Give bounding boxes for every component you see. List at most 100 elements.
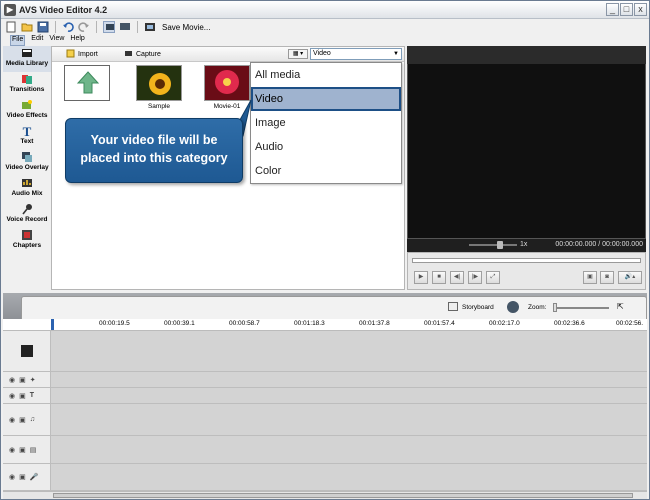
video-track[interactable]: [51, 331, 647, 372]
callout-text-line1: Your video file will be: [90, 133, 218, 147]
effects-track-header: ◉ ▣ ✦: [3, 372, 51, 388]
volume-button[interactable]: 🔊▴: [618, 271, 642, 284]
ruler-tick-label: 00:01:57.4: [424, 320, 455, 327]
dropdown-option-audio[interactable]: Audio: [251, 135, 401, 159]
visibility-eye-icon[interactable]: ◉: [9, 416, 15, 424]
lock-icon[interactable]: ▣: [19, 473, 26, 481]
menu-file[interactable]: File: [10, 35, 26, 46]
sidebar-item-audio-mix[interactable]: Audio Mix: [3, 176, 51, 202]
playback-speed: 1x: [520, 241, 528, 248]
visibility-eye-icon[interactable]: ◉: [9, 392, 15, 400]
sidebar-item-chapters[interactable]: Chapters: [3, 228, 51, 254]
chapters-icon: [21, 229, 33, 241]
up-arrow-icon: [76, 71, 100, 94]
menu-edit[interactable]: Edit: [31, 35, 43, 46]
zoom-slider-handle[interactable]: [553, 303, 557, 312]
media-library-icon: [21, 47, 33, 59]
dropdown-option-image[interactable]: Image: [251, 111, 401, 135]
ruler-tick-label: 00:02:56.: [616, 320, 644, 327]
open-folder-icon[interactable]: [21, 21, 33, 33]
lock-icon[interactable]: ▣: [19, 416, 26, 424]
up-folder-thumbnail[interactable]: [64, 65, 110, 101]
sidebar-item-video-effects[interactable]: Video Effects: [3, 98, 51, 124]
sidebar-item-label: Video Overlay: [5, 164, 49, 171]
scrollbar-thumb[interactable]: [53, 493, 633, 498]
speed-slider-handle[interactable]: [497, 241, 503, 249]
storyboard-icon[interactable]: [448, 302, 458, 311]
audio-track-header: ◉ ▣ ♫: [3, 404, 51, 436]
time-counter: 00:00:00.000 / 00:00:00.000: [555, 241, 643, 248]
capture-icon: [124, 49, 133, 60]
timeline-ruler[interactable]: 00:00:19.5 00:00:39.1 00:00:58.7 00:01:1…: [3, 319, 647, 331]
timeline-view-icon[interactable]: [103, 21, 115, 33]
sidebar-item-text[interactable]: T Text: [3, 124, 51, 150]
sample-thumbnail[interactable]: [136, 65, 182, 101]
new-file-icon[interactable]: [5, 21, 17, 33]
import-button[interactable]: Import: [66, 49, 98, 60]
sidebar-item-video-overlay[interactable]: Video Overlay: [3, 150, 51, 176]
sidebar-item-media-library[interactable]: Media Library: [3, 46, 51, 72]
speed-slider-track[interactable]: [469, 244, 517, 246]
ruler-tick-label: 00:00:39.1: [164, 320, 195, 327]
menu-view[interactable]: View: [49, 35, 64, 46]
capture-label: Capture: [136, 51, 161, 58]
next-frame-button[interactable]: |▶: [468, 271, 482, 284]
thumbnail-label: Sample: [147, 103, 171, 110]
sidebar-item-label: Voice Record: [6, 216, 48, 223]
timeline-tab: Storyboard Zoom: ⇱: [21, 296, 647, 319]
fullscreen-button[interactable]: ⤢: [486, 271, 500, 284]
visibility-eye-icon[interactable]: ◉: [9, 446, 15, 454]
transitions-icon: [21, 73, 33, 85]
save-movie-icon[interactable]: [144, 21, 156, 33]
sidebar-item-voice-record[interactable]: Voice Record: [3, 202, 51, 228]
redo-icon[interactable]: [78, 21, 90, 33]
video-effects-icon: [21, 99, 33, 111]
lock-icon[interactable]: ▣: [19, 376, 26, 384]
capture-button[interactable]: Capture: [124, 49, 161, 60]
video-effects-icon: ✦: [29, 377, 36, 384]
lock-icon[interactable]: ▣: [19, 392, 26, 400]
text-icon: T: [22, 123, 32, 139]
undo-icon[interactable]: [62, 21, 74, 33]
dropdown-option-video[interactable]: Video: [251, 87, 401, 111]
minimize-button[interactable]: _: [606, 3, 619, 16]
effects-track[interactable]: [51, 372, 647, 388]
menu-help[interactable]: Help: [70, 35, 84, 46]
playhead-marker[interactable]: [51, 319, 54, 330]
fit-timeline-icon[interactable]: ⇱: [617, 302, 624, 311]
visibility-eye-icon[interactable]: ◉: [9, 473, 15, 481]
dropdown-option-color[interactable]: Color: [251, 159, 401, 183]
video-overlay-icon: ▤: [29, 447, 37, 454]
storyboard-view-icon[interactable]: [119, 21, 131, 33]
preview-header: [407, 46, 646, 64]
audio-track[interactable]: [51, 404, 647, 436]
play-button[interactable]: ▶: [414, 271, 428, 284]
snapshot-camera-icon[interactable]: ◙: [600, 271, 614, 284]
overlay-track[interactable]: [51, 436, 647, 464]
text-icon: T: [29, 392, 35, 399]
seek-bar[interactable]: [412, 258, 641, 263]
stop-button[interactable]: ■: [432, 271, 446, 284]
category-select[interactable]: Video ▼: [310, 48, 402, 60]
save-icon[interactable]: [37, 21, 49, 33]
voice-track[interactable]: [51, 464, 647, 491]
text-track[interactable]: [51, 388, 647, 404]
zoom-slider-track[interactable]: [553, 307, 609, 309]
timeline-horizontal-scrollbar[interactable]: [3, 491, 647, 499]
ruler-tick-label: 00:01:37.8: [359, 320, 390, 327]
dropdown-option-all-media[interactable]: All media: [251, 63, 401, 87]
close-button[interactable]: x: [634, 3, 647, 16]
lock-icon[interactable]: ▣: [19, 446, 26, 454]
save-movie-button[interactable]: Save Movie...: [162, 23, 210, 32]
previous-frame-button[interactable]: ◀|: [450, 271, 464, 284]
monitor-icon[interactable]: ▣: [583, 271, 597, 284]
storyboard-button[interactable]: Storyboard: [462, 304, 494, 311]
playback-controls: ▶ ■ ◀| |▶ ⤢ ▣ ◙ 🔊▴: [407, 252, 646, 290]
microphone-icon: 🎤: [29, 474, 39, 481]
voice-record-icon[interactable]: [507, 301, 519, 313]
sidebar-item-transitions[interactable]: Transitions: [3, 72, 51, 98]
movie-01-thumbnail[interactable]: [204, 65, 250, 101]
maximize-button[interactable]: □: [620, 3, 633, 16]
visibility-eye-icon[interactable]: ◉: [9, 376, 15, 384]
view-mode-button[interactable]: ▦ ▾: [288, 49, 308, 59]
